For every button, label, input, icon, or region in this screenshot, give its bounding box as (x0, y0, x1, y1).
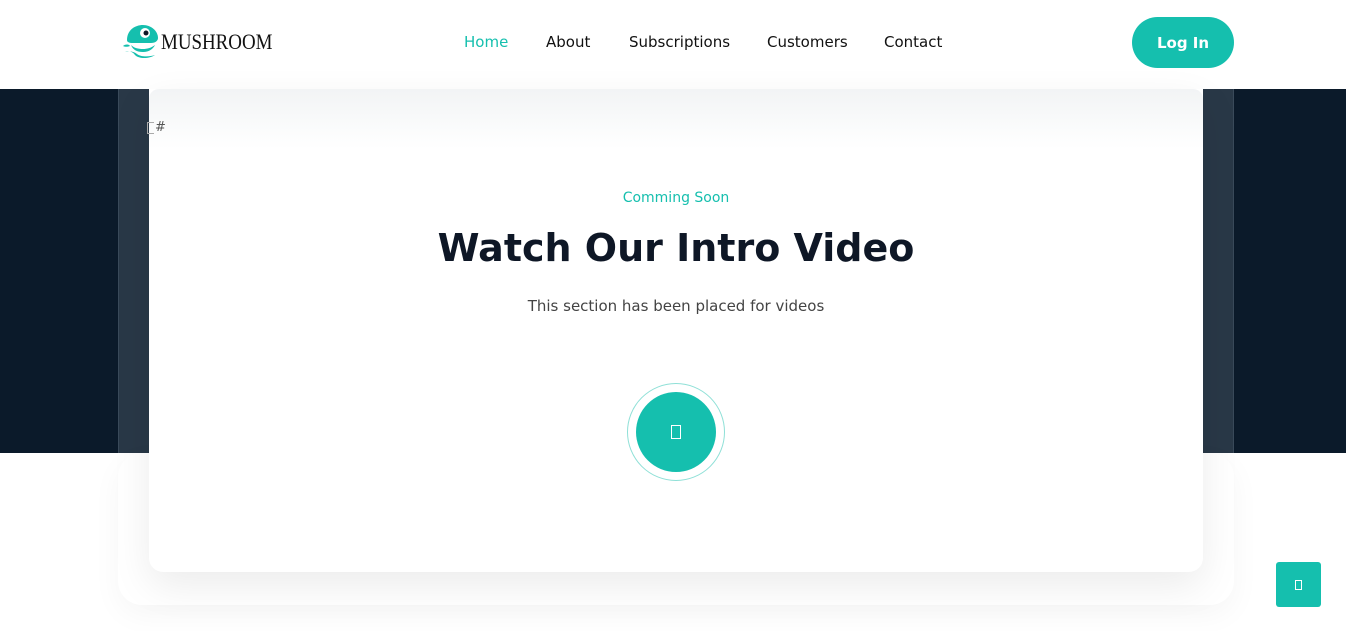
brand-name: MUSHROOM (161, 29, 273, 54)
broken-image-alt: # (155, 120, 166, 135)
nav-item-subscriptions[interactable]: Subscriptions (629, 32, 730, 52)
section-title: Watch Our Intro Video (437, 226, 915, 270)
play-video-button[interactable] (636, 392, 716, 472)
arrow-up-icon (1295, 579, 1302, 590)
mushroom-logo-icon (123, 25, 158, 58)
broken-image: # (147, 120, 166, 136)
nav-item-home[interactable]: Home (464, 32, 508, 52)
scroll-to-top-button[interactable] (1276, 562, 1321, 607)
site-header: MUSHROOM Home About Subscriptions Custom… (0, 0, 1346, 89)
broken-image-icon (147, 122, 154, 134)
section-description: This section has been placed for videos (527, 297, 825, 315)
video-card (149, 89, 1203, 572)
brand-logo[interactable]: MUSHROOM (121, 22, 291, 62)
login-button[interactable]: Log In (1132, 17, 1234, 68)
nav-item-contact[interactable]: Contact (884, 32, 942, 52)
play-icon (671, 425, 681, 439)
section-eyebrow: Comming Soon (622, 190, 730, 206)
nav-item-customers[interactable]: Customers (767, 32, 848, 52)
nav-item-about[interactable]: About (546, 32, 590, 52)
